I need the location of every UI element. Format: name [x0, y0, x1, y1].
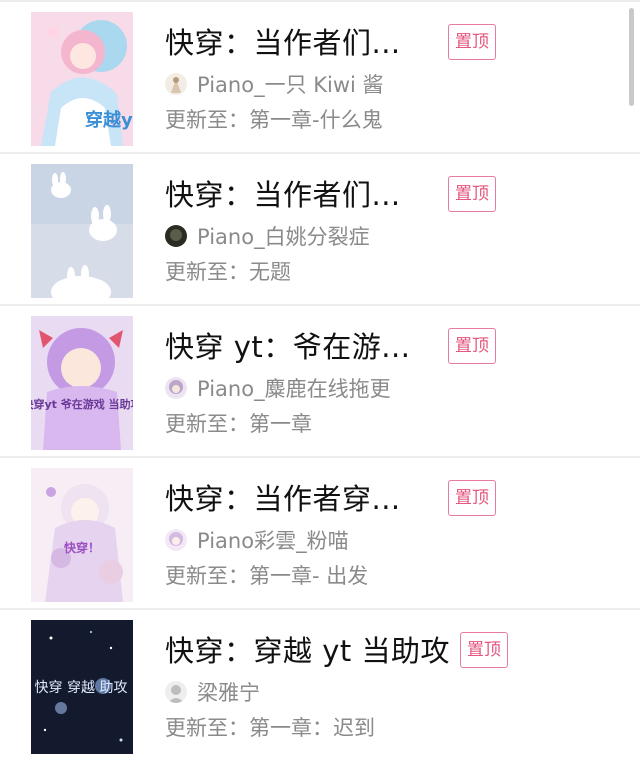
book-cover[interactable]: 快穿 穿越 助攻: [31, 620, 133, 754]
update-chapter: 第一章: [249, 412, 312, 436]
author-avatar: [165, 73, 187, 95]
cover-text: 穿越yt: [85, 109, 133, 131]
cover-illustration: 快穿yt 爷在游戏 当助攻: [31, 316, 133, 450]
latest-chapter: 更新至：第一章- 出发: [165, 560, 368, 590]
update-prefix: 更新至：: [165, 260, 249, 284]
update-chapter: 无题: [249, 260, 291, 284]
author-line: Piano_一只 Kiwi 酱: [165, 68, 384, 100]
book-title[interactable]: 快穿：当作者穿...: [165, 480, 401, 518]
update-prefix: 更新至：: [165, 716, 249, 740]
cover-illustration: 穿越yt: [31, 12, 133, 146]
cover-text: 快穿！: [64, 540, 100, 555]
cover-illustration: 快穿！: [31, 468, 133, 602]
pin-to-top-button[interactable]: 置顶: [460, 632, 508, 668]
book-cover[interactable]: [31, 164, 133, 298]
book-row[interactable]: 快穿！ 快穿：当作者穿... 置顶 Piano彩雲_粉喵 更新至：第一章- 出发: [0, 458, 640, 610]
update-chapter: 第一章-什么鬼: [249, 108, 383, 132]
update-chapter: 第一章- 出发: [249, 564, 369, 588]
author-name: Piano彩雲_粉喵: [197, 529, 349, 553]
author-line: Piano_白姚分裂症: [165, 220, 370, 252]
book-cover[interactable]: 快穿！: [31, 468, 133, 602]
latest-chapter: 更新至：无题: [165, 256, 291, 286]
author-avatar: [165, 529, 187, 551]
book-title[interactable]: 快穿：穿越 yt 当助攻: [165, 632, 450, 670]
author-name: Piano_一只 Kiwi 酱: [197, 73, 384, 97]
latest-chapter: 更新至：第一章-什么鬼: [165, 104, 383, 134]
pin-to-top-button[interactable]: 置顶: [448, 328, 496, 364]
latest-chapter: 更新至：第一章：迟到: [165, 712, 375, 742]
author-avatar: [165, 681, 187, 703]
book-row[interactable]: 快穿yt 爷在游戏 当助攻 快穿 yt：爷在游... 置顶 Piano_麋鹿在线…: [0, 306, 640, 458]
pin-to-top-button[interactable]: 置顶: [448, 176, 496, 212]
author-name: Piano_麋鹿在线拖更: [197, 377, 391, 401]
pin-to-top-button[interactable]: 置顶: [448, 480, 496, 516]
author-avatar: [165, 225, 187, 247]
author-line: Piano_麋鹿在线拖更: [165, 372, 391, 404]
book-title[interactable]: 快穿 yt：爷在游...: [165, 328, 410, 366]
vertical-scrollbar[interactable]: [629, 8, 634, 106]
update-prefix: 更新至：: [165, 108, 249, 132]
book-title[interactable]: 快穿：当作者们...: [165, 24, 401, 62]
pin-to-top-button[interactable]: 置顶: [448, 24, 496, 60]
cover-text: 快穿yt 爷在游戏 当助攻: [31, 397, 133, 411]
latest-chapter: 更新至：第一章: [165, 408, 312, 438]
cover-text: 快穿 穿越 助攻: [35, 680, 128, 696]
book-cover[interactable]: 穿越yt: [31, 12, 133, 146]
book-list: 穿越yt 快穿：当作者们... 置顶 Piano_一只 Kiwi 酱 更新至：第…: [0, 2, 640, 762]
cover-illustration: 快穿 穿越 助攻: [31, 620, 133, 754]
cover-illustration: [31, 164, 133, 298]
book-row[interactable]: 穿越yt 快穿：当作者们... 置顶 Piano_一只 Kiwi 酱 更新至：第…: [0, 2, 640, 154]
update-chapter: 第一章：迟到: [249, 716, 375, 740]
author-line: 梁雅宁: [165, 676, 260, 708]
update-prefix: 更新至：: [165, 564, 249, 588]
author-avatar: [165, 377, 187, 399]
update-prefix: 更新至：: [165, 412, 249, 436]
author-name: 梁雅宁: [197, 681, 260, 705]
book-row[interactable]: 快穿 穿越 助攻 快穿：穿越 yt 当助攻 置顶 梁雅宁 更新至：第一章：迟到: [0, 610, 640, 762]
author-name: Piano_白姚分裂症: [197, 225, 370, 249]
author-line: Piano彩雲_粉喵: [165, 524, 349, 556]
book-title[interactable]: 快穿：当作者们...: [165, 176, 401, 214]
book-row[interactable]: 快穿：当作者们... 置顶 Piano_白姚分裂症 更新至：无题: [0, 154, 640, 306]
book-cover[interactable]: 快穿yt 爷在游戏 当助攻: [31, 316, 133, 450]
